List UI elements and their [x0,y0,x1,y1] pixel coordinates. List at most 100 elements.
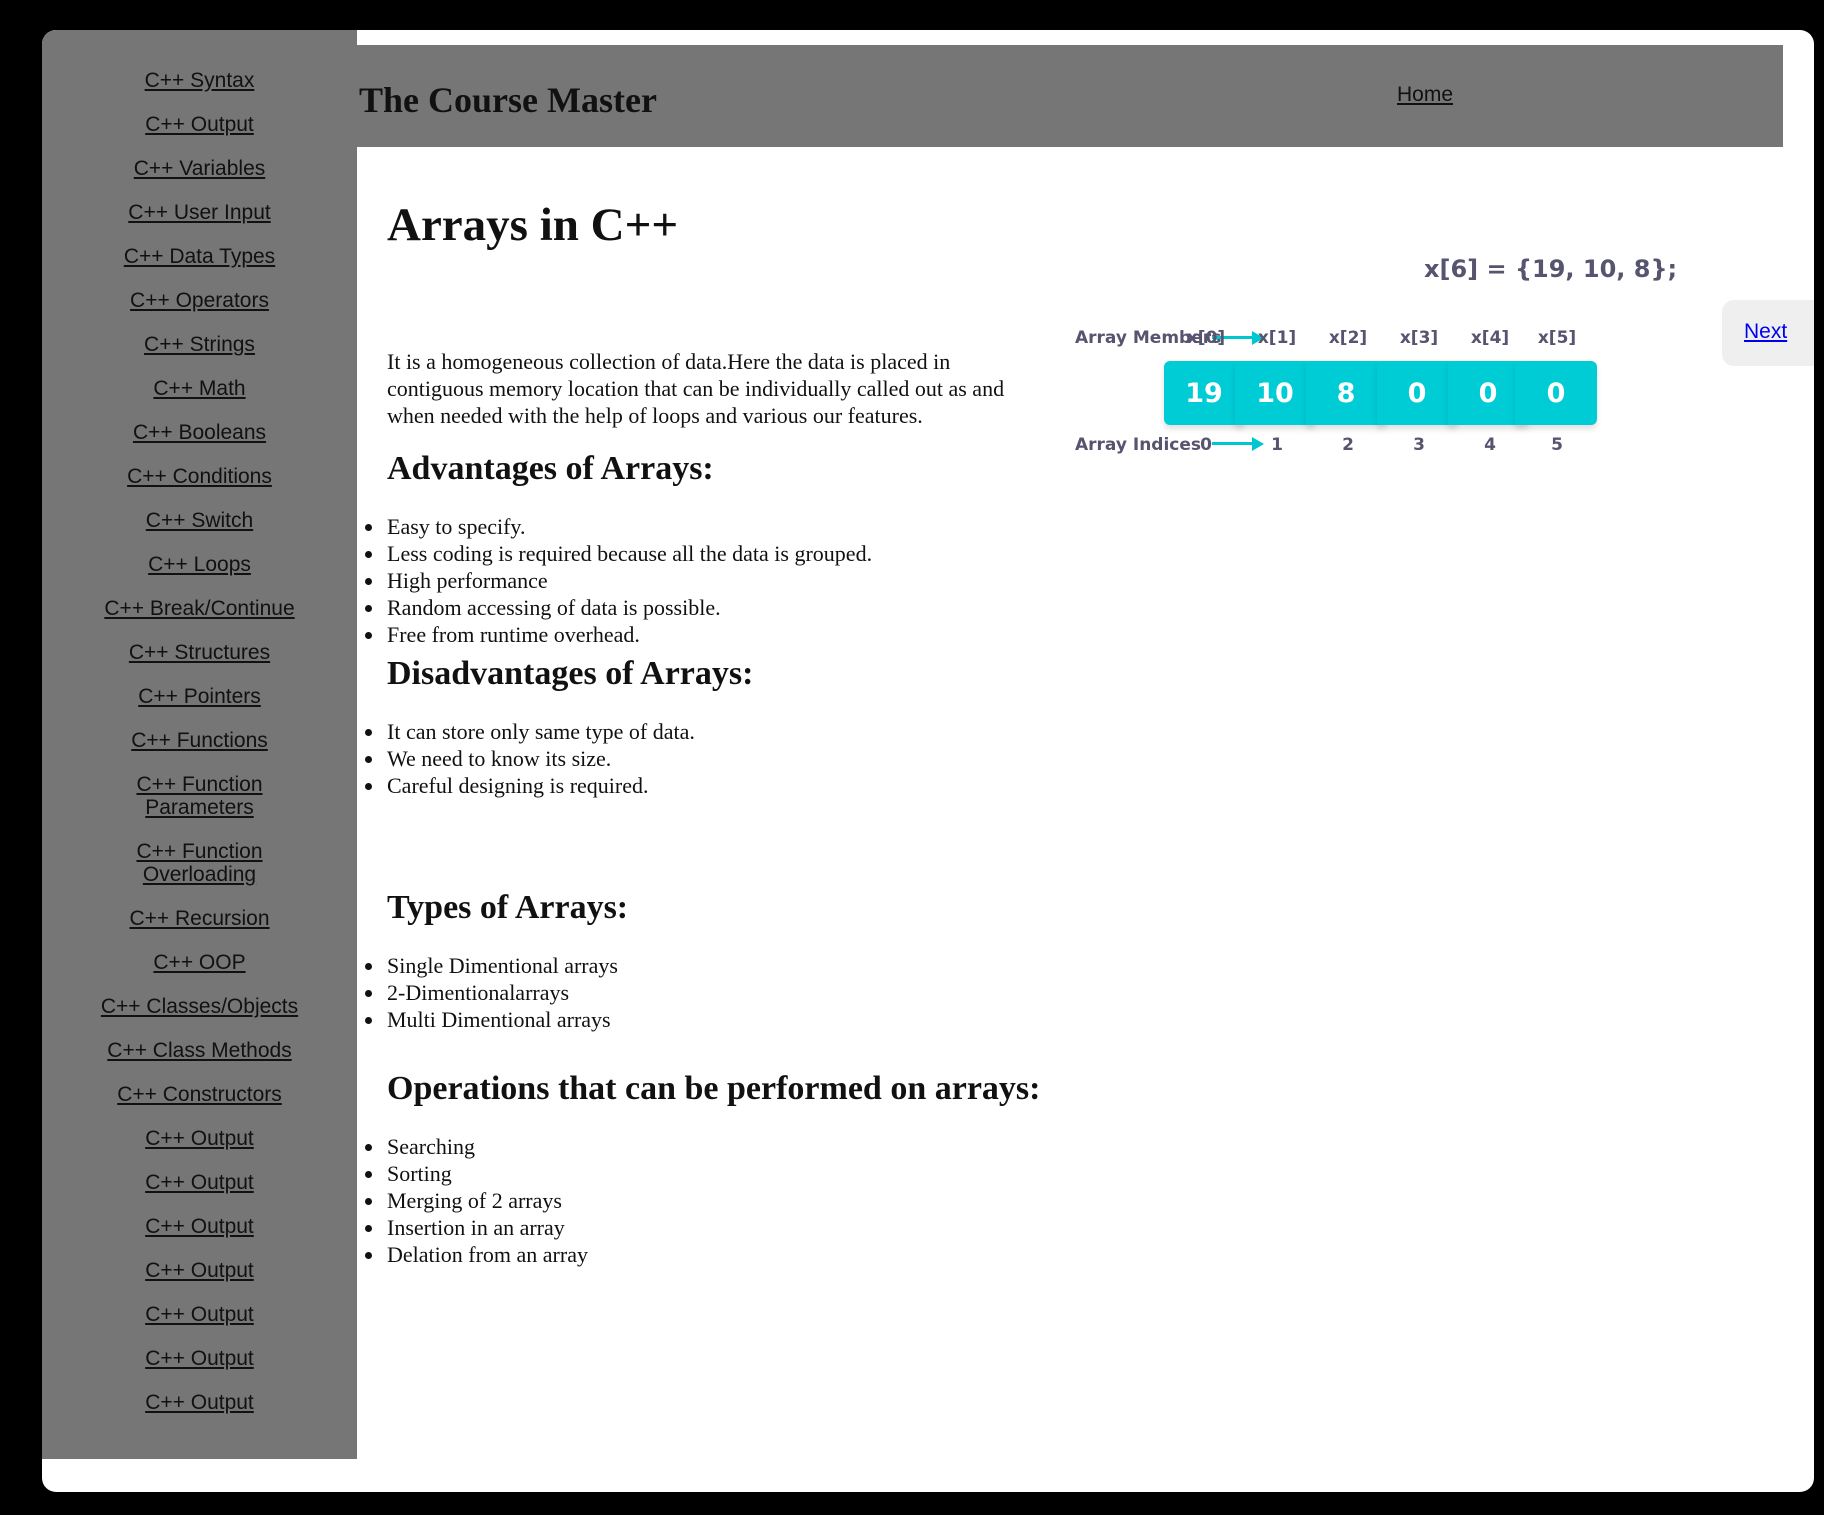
sidebar-link[interactable]: C++ Function Overloading [136,840,262,886]
array-index-label: 3 [1413,435,1425,455]
types-heading: Types of Arrays: [387,889,629,926]
sidebar-item: C++ Functions [42,729,357,752]
advantages-list: Easy to specify. Less coding is required … [364,513,873,648]
sidebar-link[interactable]: C++ Variables [134,157,266,180]
site-title: The Course Master [359,80,657,120]
sidebar-item: C++ User Input [42,201,357,224]
list-item: 2-Dimentionalarrays [365,979,618,1006]
sidebar-link[interactable]: C++ Class Methods [107,1039,291,1062]
sidebar-link[interactable]: C++ Pointers [138,685,261,708]
array-cell: 0 [1377,361,1457,425]
operations-heading: Operations that can be performed on arra… [387,1070,1041,1107]
list-item: Delation from an array [365,1242,588,1267]
sidebar-item: C++ Switch [42,509,357,532]
sidebar-link[interactable]: C++ Conditions [127,465,272,488]
list-item: Insertion in an array [365,1214,588,1241]
sidebar-link[interactable]: C++ Output [145,1303,254,1326]
sidebar-list: C++ Syntax C++ Output C++ Variables C++ Use… [42,30,357,1414]
next-button-box: Next [1722,300,1814,366]
sidebar-link[interactable]: C++ Function Parameters [136,773,262,819]
sidebar-item: C++ OOP [42,951,357,974]
types-list: Single Dimentional arrays 2-Dimentionalar… [365,952,618,1033]
array-cell: 8 [1306,361,1386,425]
sidebar-item: C++ Output [42,1391,357,1414]
array-cell: 0 [1515,361,1597,425]
sidebar-link[interactable]: C++ Switch [146,509,253,532]
sidebar-link[interactable]: C++ Structures [129,641,270,664]
advantages-heading: Advantages of Arrays: [387,450,714,487]
sidebar-link[interactable]: C++ Functions [131,729,268,752]
sidebar-item: C++ Function Parameters [42,773,357,819]
sidebar-item: C++ Class Methods [42,1039,357,1062]
array-member-label: x[5] [1537,328,1577,348]
array-index-label: 5 [1551,435,1563,455]
array-member-label: x[0] [1186,328,1226,348]
list-item: Merging of 2 arrays [365,1187,588,1214]
sidebar-link[interactable]: C++ Operators [130,289,269,312]
sidebar-link[interactable]: C++ User Input [128,201,270,224]
sidebar-item: C++ Data Types [42,245,357,268]
diagram-title: x[6] = {19, 10, 8}; [1424,255,1678,283]
sidebar-link[interactable]: C++ Data Types [124,245,275,268]
sidebar-item: C++ Math [42,377,357,400]
sidebar-link[interactable]: C++ Syntax [145,69,255,92]
sidebar-item: C++ Function Overloading [42,840,357,886]
sidebar-link[interactable]: C++ Constructors [117,1083,282,1106]
sidebar-link[interactable]: C++ Math [153,377,245,400]
sidebar-item: C++ Recursion [42,907,357,930]
list-item: Sorting [365,1160,588,1187]
sidebar-item: C++ Variables [42,157,357,180]
sidebar-link[interactable]: C++ Output [145,1127,254,1150]
array-member-label: x[3] [1399,328,1439,348]
sidebar-item: C++ Output [42,113,357,136]
sidebar-item: C++ Output [42,1347,357,1370]
list-item: We need to know its size. [365,745,695,772]
sidebar-link[interactable]: C++ Classes/Objects [101,995,298,1018]
list-item: Easy to specify. [364,513,872,540]
list-item: Single Dimentional arrays [365,953,618,978]
array-diagram: x[6] = {19, 10, 8}; Array Members Array … [1062,225,1762,485]
list-item: Less coding is required because all the … [364,541,873,566]
sidebar-link[interactable]: C++ Booleans [133,421,266,444]
sidebar-item: C++ Loops [42,553,357,576]
sidebar-link[interactable]: C++ Strings [144,333,255,356]
intro-paragraph: It is a homogeneous collection of data.H… [387,349,1005,428]
list-item: High performance [364,567,872,594]
sidebar-link[interactable]: C++ Output [145,1171,254,1194]
next-link[interactable]: Next [1744,320,1787,344]
array-member-label: x[1] [1257,328,1297,348]
sidebar-link[interactable]: C++ Recursion [129,907,269,930]
array-index-label: 2 [1342,435,1354,455]
sidebar-item: C++ Classes/Objects [42,995,357,1018]
sidebar-link[interactable]: C++ Output [145,1347,254,1370]
list-item: It can store only same type of data. [365,719,695,744]
sidebar-item: C++ Output [42,1303,357,1326]
sidebar-link[interactable]: C++ Output [145,1215,254,1238]
list-item: Multi Dimentional arrays [365,1006,618,1033]
sidebar-item: C++ Booleans [42,421,357,444]
disadvantages-heading: Disadvantages of Arrays: [387,655,754,692]
sidebar-item: C++ Conditions [42,465,357,488]
array-index-label: 0 [1200,435,1212,455]
array-member-label: x[4] [1470,328,1510,348]
sidebar-link[interactable]: C++ Break/Continue [104,597,294,620]
sidebar-link[interactable]: C++ Output [145,113,254,136]
sidebar-link[interactable]: C++ OOP [153,951,245,974]
array-index-label: 1 [1271,435,1283,455]
sidebar-item: C++ Output [42,1259,357,1282]
array-member-label: x[2] [1328,328,1368,348]
sidebar-item: C++ Operators [42,289,357,312]
array-cell: 19 [1164,361,1244,425]
list-item: Random accessing of data is possible. [364,594,872,621]
browser-window: C++ Syntax C++ Output C++ Variables C++ Use… [42,30,1814,1492]
array-index-label: 4 [1484,435,1496,455]
array-cell: 10 [1235,361,1315,425]
sidebar-item: C++ Output [42,1171,357,1194]
list-item: Free from runtime overhead. [364,621,872,648]
home-link[interactable]: Home [1397,83,1453,107]
disadvantages-list: It can store only same type of data. We n… [365,718,695,799]
sidebar: C++ Syntax C++ Output C++ Variables C++ Use… [42,30,357,1459]
sidebar-link[interactable]: C++ Output [145,1259,254,1282]
sidebar-link[interactable]: C++ Output [145,1391,254,1414]
sidebar-link[interactable]: C++ Loops [148,553,251,576]
